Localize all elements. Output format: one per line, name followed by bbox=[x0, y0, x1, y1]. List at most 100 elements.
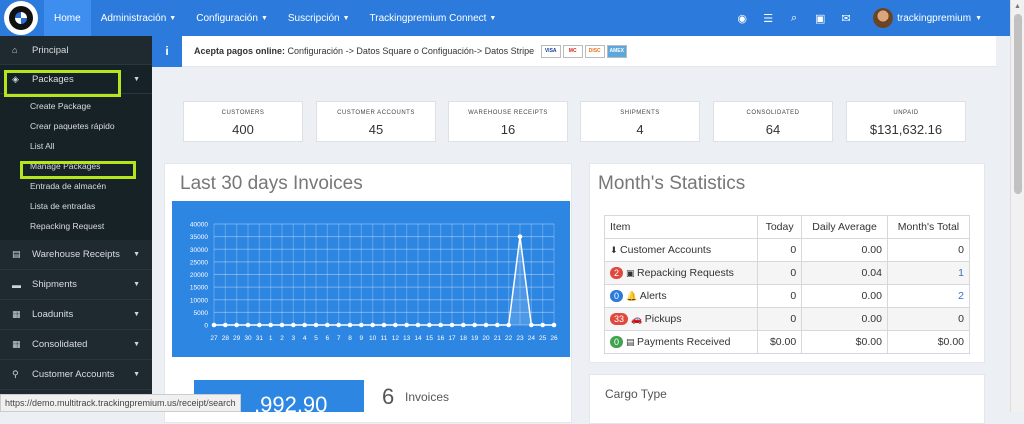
nav-administración[interactable]: Administración ▼ bbox=[91, 0, 187, 36]
table-header: Item bbox=[604, 215, 758, 239]
data-point bbox=[393, 322, 398, 328]
data-point bbox=[427, 322, 432, 328]
cell-value: 0 bbox=[958, 313, 964, 325]
cell-value: 0.00 bbox=[861, 290, 882, 302]
map-marker-icon: ⚲ bbox=[12, 369, 19, 379]
y-tick-label: 0 bbox=[204, 323, 208, 330]
sidebar-item-consolidated[interactable]: ▦ Consolidated ▼ bbox=[0, 330, 152, 360]
top-icons: ◉ ☰ ⌕ ▣ ✉ trackingpremium ▼ bbox=[729, 0, 982, 36]
submenu-item[interactable]: Repacking Request bbox=[0, 216, 152, 236]
table-row: 0 ▤ Payments Received $0.00 $0.00 $0.00 bbox=[604, 330, 971, 354]
x-tick-label: 10 bbox=[369, 335, 377, 342]
nav-trackingpremium-connect[interactable]: Trackingpremium Connect ▼ bbox=[360, 0, 507, 36]
row-today: 0 bbox=[756, 307, 803, 331]
x-tick-label: 16 bbox=[437, 335, 445, 342]
stat-value: 4 bbox=[636, 122, 644, 137]
sidebar-item-label: Customer Accounts bbox=[32, 369, 115, 380]
caret-down-icon: ▼ bbox=[133, 311, 140, 318]
y-tick-label: 35000 bbox=[190, 234, 208, 241]
x-tick-label: 8 bbox=[348, 335, 352, 342]
x-tick-label: 25 bbox=[539, 335, 547, 342]
stat-card-customers: CUSTOMERS 400 bbox=[183, 101, 303, 142]
count-badge: 0 bbox=[610, 336, 624, 348]
x-tick-label: 6 bbox=[326, 335, 330, 342]
y-tick-label: 15000 bbox=[190, 285, 208, 292]
highlight-manage-packages bbox=[20, 161, 136, 179]
count-badge: 33 bbox=[610, 313, 629, 325]
sidebar-item-customer-accounts[interactable]: ⚲ Customer Accounts ▼ bbox=[0, 360, 152, 390]
card-visa-icon: VISA bbox=[540, 44, 561, 58]
card-logos: VISA MC DISC AMEX bbox=[540, 44, 629, 58]
card-amex-icon: AMEX bbox=[606, 44, 627, 58]
x-tick-label: 5 bbox=[314, 335, 318, 342]
row-item-cell: 33 🚗 Pickups bbox=[604, 307, 758, 331]
nav-suscripción[interactable]: Suscripción ▼ bbox=[278, 0, 360, 36]
stat-value: $131,632.16 bbox=[869, 122, 943, 137]
caret-down-icon: ▼ bbox=[342, 14, 350, 22]
month-stats-title: Month's Statistics bbox=[598, 173, 746, 194]
x-tick-label: 27 bbox=[210, 335, 218, 342]
globe-icon[interactable]: ◉ bbox=[731, 7, 753, 29]
brand-logo[interactable] bbox=[4, 1, 38, 35]
info-icon: i bbox=[152, 35, 182, 67]
row-today: $0.00 bbox=[756, 330, 803, 354]
x-tick-label: 20 bbox=[482, 335, 490, 342]
list-icon[interactable]: ☰ bbox=[757, 7, 779, 29]
envelope-icon[interactable]: ✉ bbox=[835, 7, 857, 29]
download-icon: ⬇ bbox=[610, 245, 621, 255]
submenu-item[interactable]: Crear paquetes rápido bbox=[0, 116, 152, 136]
money-icon[interactable]: ▣ bbox=[809, 7, 831, 29]
nav-home[interactable]: Home bbox=[44, 0, 91, 36]
data-point bbox=[540, 322, 545, 328]
x-tick-label: 21 bbox=[494, 335, 502, 342]
submenu-item[interactable]: Lista de entradas bbox=[0, 196, 152, 216]
submenu-item[interactable]: Create Package bbox=[0, 96, 152, 116]
submenu-item[interactable]: Entrada de almacén bbox=[0, 176, 152, 196]
data-point bbox=[461, 322, 466, 328]
row-total: 1 bbox=[886, 261, 971, 285]
sidebar-item-loadunits[interactable]: ▦ Loadunits ▼ bbox=[0, 300, 152, 330]
caret-down-icon: ▼ bbox=[489, 14, 497, 22]
sidebar-item-warehouse-receipts[interactable]: ▤ Warehouse Receipts ▼ bbox=[0, 240, 152, 270]
x-tick-label: 26 bbox=[550, 335, 558, 342]
sidebar-item-shipments[interactable]: ▬ Shipments ▼ bbox=[0, 270, 152, 300]
row-label: Alerts bbox=[639, 290, 667, 302]
user-name: trackingpremium bbox=[897, 12, 972, 24]
submenu-item[interactable]: List All bbox=[0, 136, 152, 156]
main-nav: Home Administración ▼ Configuración ▼ Suscrip… bbox=[44, 0, 506, 36]
y-tick-label: 25000 bbox=[190, 259, 208, 266]
row-avg: 0.00 bbox=[801, 307, 888, 331]
table-icon: ▦ bbox=[12, 339, 21, 349]
row-today: 0 bbox=[756, 238, 803, 262]
row-label: Payments Received bbox=[637, 336, 731, 348]
data-point bbox=[495, 322, 500, 328]
x-tick-label: 17 bbox=[448, 335, 456, 342]
car-icon: 🚗 bbox=[631, 314, 645, 324]
row-avg: 0.00 bbox=[801, 238, 888, 262]
x-tick-label: 23 bbox=[516, 335, 524, 342]
x-tick-label: 31 bbox=[256, 335, 264, 342]
page-scrollbar[interactable]: ▲ bbox=[1010, 0, 1024, 412]
stat-value: 400 bbox=[232, 122, 254, 137]
x-tick-label: 4 bbox=[303, 335, 307, 342]
total-link[interactable]: 2 bbox=[958, 290, 964, 302]
cell-value: $0.00 bbox=[937, 336, 964, 348]
total-link[interactable]: 1 bbox=[958, 267, 964, 279]
sidebar-item-label: Warehouse Receipts bbox=[32, 249, 120, 260]
info-bold: Acepta pagos online: bbox=[194, 45, 286, 56]
caret-down-icon: ▼ bbox=[133, 281, 140, 288]
stat-card-warehouse-receipts: WAREHOUSE RECEIPTS 16 bbox=[448, 101, 568, 142]
search-icon[interactable]: ⌕ bbox=[783, 7, 805, 29]
user-menu[interactable]: trackingpremium ▼ bbox=[873, 8, 982, 28]
nav-configuración[interactable]: Configuración ▼ bbox=[186, 0, 278, 36]
x-tick-label: 28 bbox=[222, 335, 230, 342]
table-row: 2 ▣ Repacking Requests 0 0.04 1 bbox=[604, 261, 971, 285]
avatar bbox=[873, 8, 894, 28]
row-item-cell: ⬇ Customer Accounts bbox=[604, 238, 758, 262]
y-tick-label: 10000 bbox=[190, 297, 208, 304]
table-row: 0 🔔 Alerts 0 0.00 2 bbox=[604, 284, 971, 308]
sidebar-item-principal[interactable]: ⌂ Principal bbox=[0, 36, 152, 65]
sidebar-item-label: Consolidated bbox=[32, 339, 88, 350]
scroll-up-arrow-icon[interactable]: ▲ bbox=[1011, 0, 1024, 14]
scrollbar-thumb[interactable] bbox=[1014, 14, 1022, 194]
